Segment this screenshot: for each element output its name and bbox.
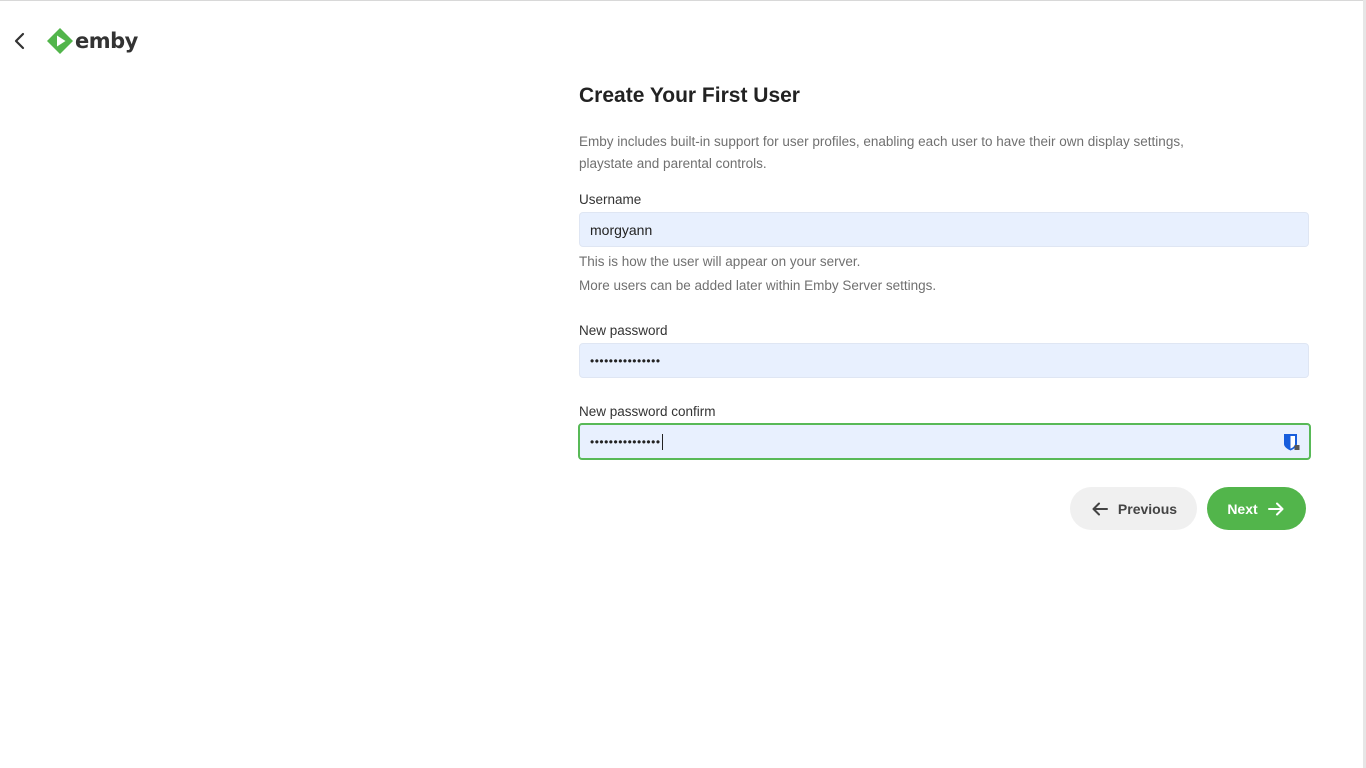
username-value: morgyann bbox=[590, 221, 653, 238]
previous-button[interactable]: Previous bbox=[1070, 487, 1197, 530]
intro-text: Emby includes built-in support for user … bbox=[579, 131, 1311, 175]
arrow-left-icon bbox=[1090, 499, 1110, 519]
new-password-label: New password bbox=[579, 323, 668, 338]
create-user-form: Create Your First User Emby includes bui… bbox=[578, 80, 1311, 530]
new-password-confirm-value: ••••••••••••••• bbox=[590, 434, 661, 449]
password-manager-icon[interactable] bbox=[1282, 433, 1300, 451]
header: emby bbox=[0, 22, 138, 60]
top-divider bbox=[0, 0, 1366, 1]
username-help-line-2: More users can be added later within Emb… bbox=[579, 278, 937, 293]
new-password-value: ••••••••••••••• bbox=[590, 353, 661, 368]
page-title: Create Your First User bbox=[579, 84, 800, 107]
arrow-right-icon bbox=[1266, 499, 1286, 519]
emby-logo-icon bbox=[47, 28, 73, 54]
chevron-left-icon bbox=[14, 32, 25, 50]
page: emby Create Your First User Emby include… bbox=[0, 0, 1366, 768]
username-help-line-1: This is how the user will appear on your… bbox=[579, 254, 861, 269]
intro-line-2: playstate and parental controls. bbox=[579, 156, 767, 171]
new-password-confirm-input[interactable]: ••••••••••••••• bbox=[578, 423, 1311, 460]
previous-label: Previous bbox=[1117, 500, 1178, 517]
text-caret bbox=[661, 433, 663, 450]
username-label: Username bbox=[579, 192, 642, 207]
new-password-input[interactable]: ••••••••••••••• bbox=[579, 343, 1309, 378]
logo-text: emby bbox=[75, 29, 138, 53]
wizard-buttons: Previous Next bbox=[1070, 487, 1306, 530]
next-button[interactable]: Next bbox=[1207, 487, 1306, 530]
back-button[interactable] bbox=[6, 27, 34, 55]
username-input[interactable]: morgyann bbox=[579, 212, 1309, 247]
intro-line-1: Emby includes built-in support for user … bbox=[579, 134, 1184, 149]
next-label: Next bbox=[1227, 500, 1258, 517]
emby-logo: emby bbox=[46, 27, 138, 55]
new-password-confirm-label: New password confirm bbox=[579, 404, 716, 419]
